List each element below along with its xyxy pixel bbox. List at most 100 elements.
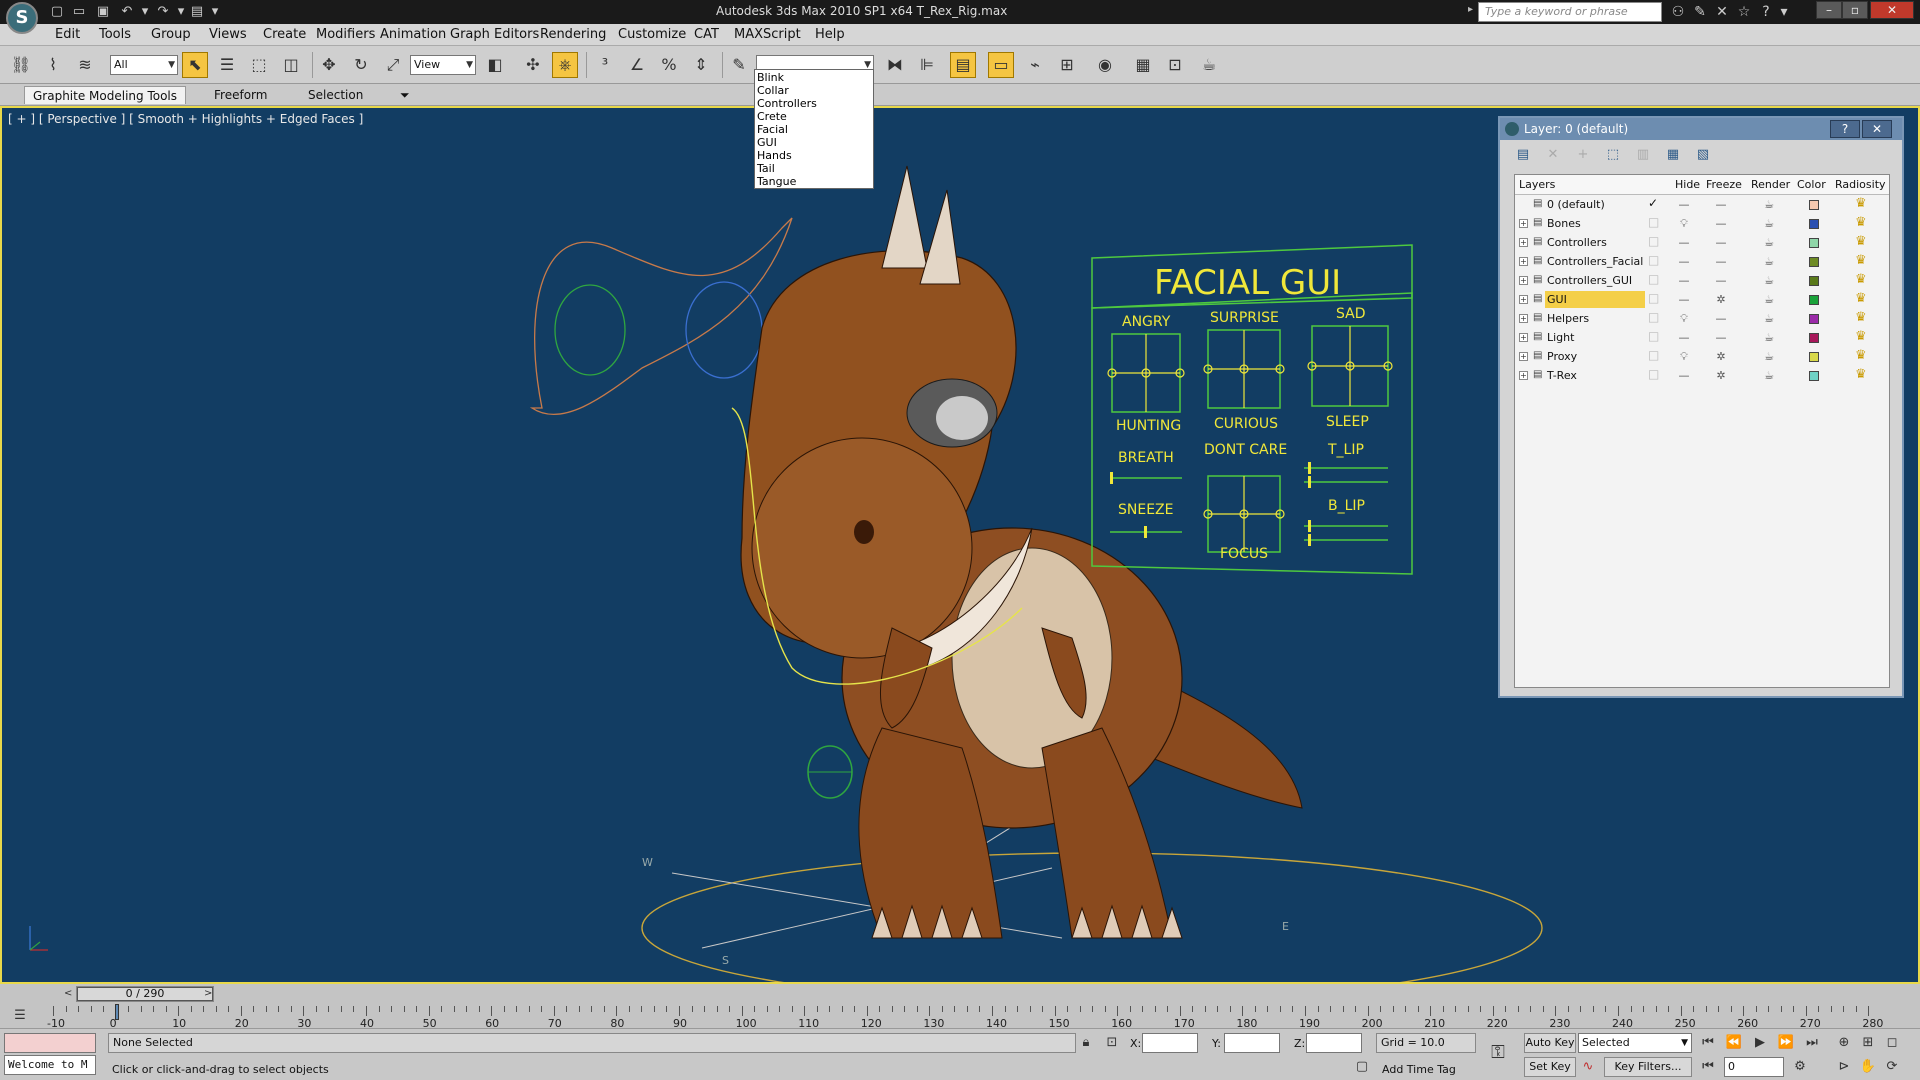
field-of-view-icon[interactable]: ⊳ [1834,1057,1854,1077]
lock-selection-icon[interactable]: 🔒︎ [1076,1033,1096,1053]
freeze-toggle-icon[interactable]: — [1713,216,1729,231]
render-teapot-icon[interactable]: ☕︎ [1761,197,1777,212]
layer-color-swatch[interactable] [1809,352,1819,362]
menu-edit[interactable]: Edit [55,27,80,42]
named-selection-option[interactable]: Collar [755,84,873,97]
render-teapot-icon[interactable]: ☕︎ [1761,349,1777,364]
layer-row[interactable]: + ▤ Proxy □ 💡︎ ✲ ☕︎ ♛ [1515,347,1889,366]
facial-gui-panel[interactable]: FACIAL GUI ANGRY SURPRISE SAD HUNTING CU… [1091,244,1413,575]
hidden-bulb-icon[interactable]: 💡︎ [1676,311,1692,326]
expand-icon[interactable]: + [1519,257,1528,266]
menu-maxscript[interactable]: MAXScript [734,27,801,42]
render-setup-icon[interactable]: ▦ [1130,52,1156,78]
z-coordinate-input[interactable] [1306,1033,1362,1053]
material-editor-icon[interactable]: ◉ [1092,52,1118,78]
window-crossing-icon[interactable]: ◫ [278,52,304,78]
x-coordinate-input[interactable] [1142,1033,1198,1053]
project-folder-icon[interactable]: ▤ [188,3,206,21]
radiosity-icon[interactable]: ♛ [1855,329,1867,344]
radiosity-icon[interactable]: ♛ [1855,234,1867,249]
hide-toggle-icon[interactable]: — [1676,330,1692,345]
app-logo-icon[interactable]: S [6,2,38,34]
layer-color-swatch[interactable] [1809,219,1819,229]
zoom-icon[interactable]: ⊕ [1834,1033,1854,1053]
layer-color-swatch[interactable] [1809,333,1819,343]
column-render[interactable]: Render [1751,178,1790,191]
named-selection-option[interactable]: Facial [755,123,873,136]
slider-prev-icon[interactable]: < [64,988,72,999]
menu-animation[interactable]: Animation [380,27,446,42]
active-layer-box-icon[interactable]: □ [1648,253,1659,267]
layer-row[interactable]: + ▤ Light □ — — ☕︎ ♛ [1515,328,1889,347]
layer-color-swatch[interactable] [1809,200,1819,210]
menu-customize[interactable]: Customize [618,27,686,42]
frozen-snowflake-icon[interactable]: ✲ [1713,349,1729,364]
active-layer-box-icon[interactable]: □ [1648,329,1659,343]
current-frame-marker[interactable] [115,1004,119,1020]
layer-color-swatch[interactable] [1809,371,1819,381]
layer-panel-titlebar[interactable]: Layer: 0 (default) ? ✕ [1500,118,1902,140]
pivot-center-icon[interactable]: ◧ [482,52,508,78]
layer-color-swatch[interactable] [1809,257,1819,267]
communication-icon[interactable]: ✕ [1712,2,1732,22]
tail-control-spline[interactable] [529,217,793,416]
save-icon[interactable]: ▣ [94,3,112,21]
auto-key-button[interactable]: Auto Key [1524,1033,1576,1053]
go-to-end-icon[interactable]: ⏭ [1802,1033,1822,1053]
mirror-icon[interactable]: ⧓ [882,52,908,78]
active-layer-box-icon[interactable]: □ [1648,310,1659,324]
layer-row[interactable]: + ▤ T-Rex □ — ✲ ☕︎ ♛ [1515,366,1889,385]
tail-control-circle[interactable] [554,284,626,376]
frozen-snowflake-icon[interactable]: ✲ [1713,368,1729,383]
edit-named-selection-icon[interactable]: ✎ [726,52,752,78]
layer-name[interactable]: T-Rex [1545,367,1645,384]
menu-views[interactable]: Views [209,27,247,42]
search-input[interactable]: Type a keyword or phrase [1478,2,1662,22]
frozen-snowflake-icon[interactable]: ✲ [1713,292,1729,307]
hidden-bulb-icon[interactable]: 💡︎ [1676,216,1692,231]
layer-row[interactable]: + ▤ Controllers_Facial □ — — ☕︎ ♛ [1515,252,1889,271]
expand-icon[interactable]: + [1519,314,1528,323]
layer-row[interactable]: + ▤ Controllers □ — — ☕︎ ♛ [1515,233,1889,252]
layer-name[interactable]: Light [1545,329,1645,346]
menu-help[interactable]: Help [815,27,845,42]
layer-panel-help-button[interactable]: ? [1830,120,1860,138]
hidden-bulb-icon[interactable]: 💡︎ [1676,349,1692,364]
menu-tools[interactable]: Tools [99,27,131,42]
time-slider-thumb[interactable]: 0 / 290 [77,987,213,1001]
zoom-all-icon[interactable]: ⊞ [1858,1033,1878,1053]
select-by-name-icon[interactable]: ☰ [214,52,240,78]
radiosity-icon[interactable]: ♛ [1855,367,1867,382]
layer-name[interactable]: Controllers_Facial [1545,253,1645,270]
render-teapot-icon[interactable]: ☕︎ [1761,216,1777,231]
active-layer-box-icon[interactable]: □ [1648,272,1659,286]
tail-control-circle-blue[interactable] [685,281,763,379]
maxscript-listener-output[interactable]: Welcome to M [4,1055,96,1075]
freeze-toggle-icon[interactable]: — [1713,197,1729,212]
menu-create[interactable]: Create [263,27,306,42]
y-coordinate-input[interactable] [1224,1033,1280,1053]
expand-icon[interactable]: + [1519,352,1528,361]
tab-graphite-modeling-tools[interactable]: Graphite Modeling Tools [24,86,187,104]
binoculars-icon[interactable]: ⚇ [1668,2,1688,22]
active-layer-box-icon[interactable]: □ [1648,215,1659,229]
undo-icon[interactable]: ↶ [118,3,136,21]
radiosity-icon[interactable]: ♛ [1855,348,1867,363]
layer-name[interactable]: Proxy [1545,348,1645,365]
help-icon[interactable]: ? [1756,2,1776,22]
layer-name[interactable]: Helpers [1545,310,1645,327]
graphite-ribbon-icon[interactable]: ▭ [988,52,1014,78]
new-file-icon[interactable]: ▢ [48,3,66,21]
render-teapot-icon[interactable]: ☕︎ [1761,254,1777,269]
column-layers[interactable]: Layers [1519,178,1555,191]
hide-toggle-icon[interactable]: — [1676,235,1692,250]
highlight-layer-icon[interactable]: ▥ [1634,146,1652,164]
named-selection-option[interactable]: Hands [755,149,873,162]
keyboard-shortcut-override-icon[interactable]: ⎈ [552,52,578,78]
named-selection-option[interactable]: Controllers [755,97,873,110]
rectangular-selection-icon[interactable]: ⬚ [246,52,272,78]
column-color[interactable]: Color [1797,178,1826,191]
render-teapot-icon[interactable]: ☕︎ [1761,235,1777,250]
freeze-toggle-icon[interactable]: — [1713,273,1729,288]
reference-coordinate-select[interactable]: View ▼ [410,55,476,75]
